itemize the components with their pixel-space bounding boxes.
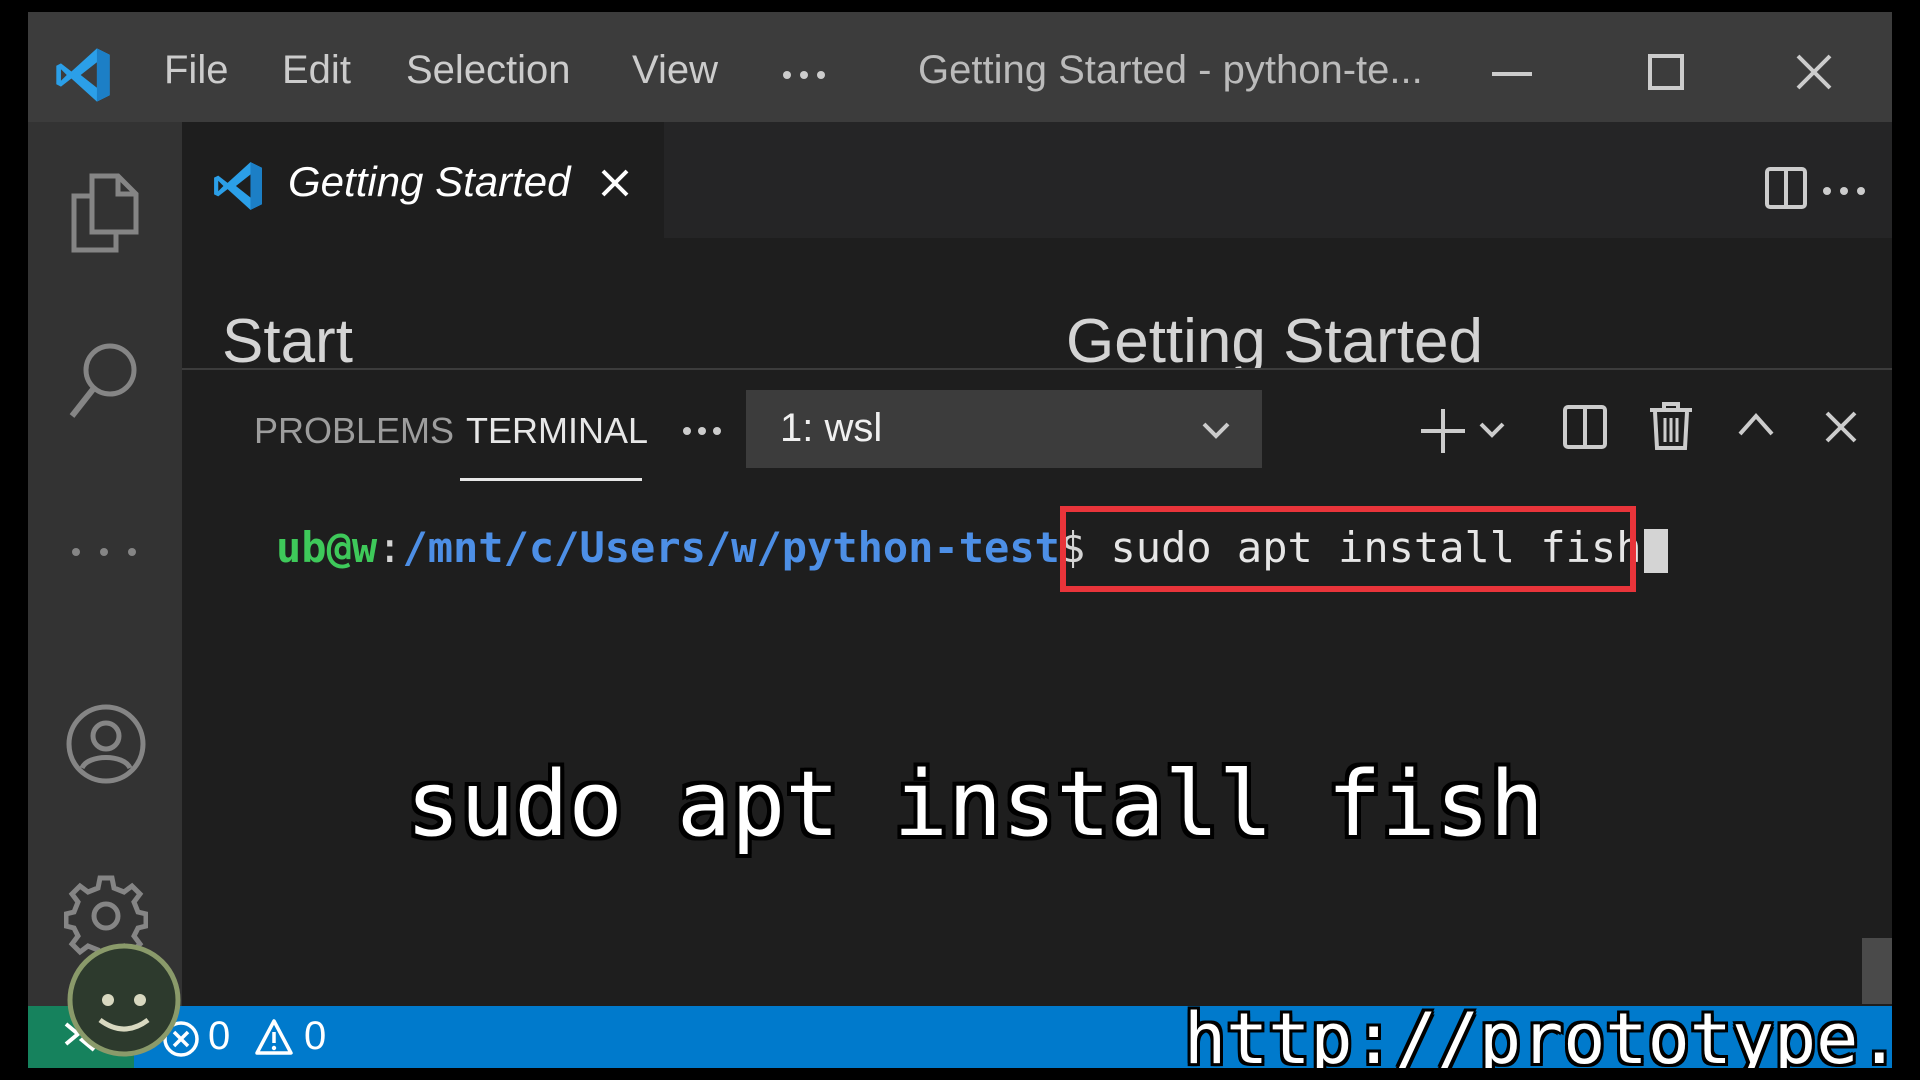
menu-more-icon[interactable]	[782, 70, 826, 80]
window-title: Getting Started - python-te...	[918, 48, 1423, 92]
menu-selection[interactable]: Selection	[406, 42, 571, 98]
menu-file[interactable]: File	[164, 42, 228, 98]
active-tab-indicator	[460, 478, 642, 481]
chevron-down-icon	[1202, 422, 1230, 439]
vscode-tab-icon	[214, 162, 262, 210]
close-tab-icon[interactable]	[600, 168, 630, 198]
warning-icon[interactable]	[254, 1018, 294, 1056]
close-window-icon[interactable]	[1794, 52, 1834, 92]
editor-content: Start Getting Started	[182, 238, 1892, 370]
panel-more-icon[interactable]	[682, 426, 722, 436]
tab-problems[interactable]: PROBLEMS	[254, 410, 454, 452]
vscode-window: File Edit Selection View Getting Started…	[28, 12, 1892, 1068]
warnings-count[interactable]: 0	[304, 1014, 326, 1059]
bottom-panel: PROBLEMS TERMINAL 1: wsl ub@w:/mnt/c/Use…	[182, 368, 1892, 1006]
activity-bar	[28, 122, 182, 1006]
minimize-icon[interactable]	[1492, 72, 1532, 76]
accounts-icon[interactable]	[64, 702, 148, 786]
explorer-icon[interactable]	[64, 170, 144, 254]
editor-tab-strip: Getting Started	[182, 122, 1892, 238]
menu-edit[interactable]: Edit	[282, 42, 351, 98]
editor-more-icon[interactable]	[1822, 186, 1866, 196]
vscode-logo-icon	[56, 48, 110, 102]
video-caption: sudo apt install fish	[406, 752, 1544, 857]
split-terminal-icon[interactable]	[1562, 404, 1608, 450]
title-bar: File Edit Selection View Getting Started…	[28, 12, 1892, 122]
start-heading: Start	[222, 307, 353, 370]
terminal-scrollbar[interactable]	[1862, 938, 1892, 1004]
new-terminal-icon[interactable]	[1418, 406, 1468, 456]
command-highlight-box	[1060, 506, 1636, 592]
chevron-up-icon[interactable]	[1736, 410, 1776, 440]
terminal-selector[interactable]: 1: wsl	[746, 390, 1262, 468]
prompt-path: /mnt/c/Users/w/python-test	[402, 523, 1060, 572]
maximize-icon[interactable]	[1648, 54, 1684, 90]
url-watermark: http://prototype.tel	[1184, 998, 1892, 1068]
search-icon[interactable]	[64, 338, 144, 422]
prompt-user: ub@w	[276, 523, 378, 572]
errors-count[interactable]: 0	[208, 1014, 230, 1059]
terminal-cursor	[1643, 528, 1668, 573]
close-panel-icon[interactable]	[1824, 410, 1858, 444]
terminal-selector-value: 1: wsl	[780, 406, 883, 450]
prompt-separator: :	[377, 523, 403, 572]
trash-icon[interactable]	[1648, 400, 1694, 452]
split-editor-icon[interactable]	[1764, 166, 1808, 210]
getting-started-heading: Getting Started	[1066, 307, 1484, 370]
menu-view[interactable]: View	[632, 42, 718, 98]
chevron-down-icon[interactable]	[1478, 416, 1506, 444]
more-icon[interactable]	[64, 542, 144, 562]
tab-label: Getting Started	[288, 158, 571, 205]
tab-getting-started[interactable]: Getting Started	[182, 122, 664, 238]
prototype-logo-icon	[67, 943, 181, 1057]
tab-terminal[interactable]: TERMINAL	[466, 410, 648, 452]
